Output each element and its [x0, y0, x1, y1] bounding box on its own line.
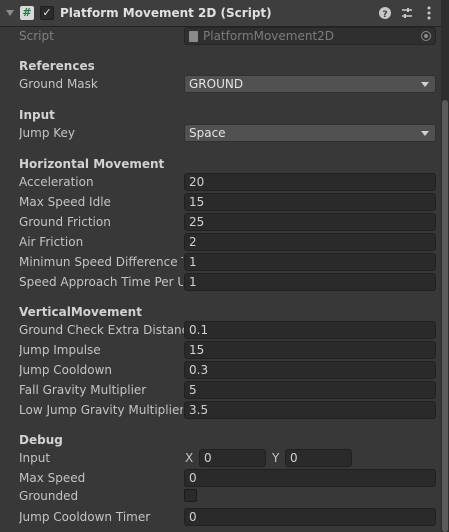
jump-impulse-field[interactable]: 15: [184, 341, 436, 359]
jump-key-value: Space: [189, 126, 226, 140]
scrollbar-thumb[interactable]: [442, 100, 448, 532]
jump-key-label: Jump Key: [19, 126, 76, 140]
jump-key-dropdown[interactable]: Space: [184, 124, 436, 142]
input-y-field[interactable]: 0: [285, 449, 352, 467]
input-x-label: X: [185, 451, 194, 465]
jump-cooldown-timer-label: Jump Cooldown Timer: [19, 510, 151, 524]
air-friction-label: Air Friction: [19, 235, 84, 249]
script-file-icon: [189, 31, 198, 42]
jump-impulse-label: Jump Impulse: [19, 343, 101, 357]
fall-gravity-multiplier-label: Fall Gravity Multiplier: [19, 383, 147, 397]
input-y-label: Y: [272, 451, 280, 465]
script-object-value: PlatformMovement2D: [203, 29, 335, 43]
dropdown-arrow-icon: [421, 131, 429, 136]
input-header: Input: [19, 108, 55, 122]
object-picker-icon[interactable]: [421, 31, 431, 41]
component-title: Platform Movement 2D (Script): [60, 6, 272, 20]
acceleration-label: Acceleration: [19, 175, 94, 189]
fall-gravity-multiplier-field[interactable]: 5: [184, 381, 436, 399]
script-label: Script: [19, 29, 54, 43]
fold-arrow-icon[interactable]: [6, 10, 14, 16]
component-enabled-checkbox[interactable]: ✓: [40, 6, 54, 20]
ground-mask-label: Ground Mask: [19, 77, 98, 91]
grounded-checkbox[interactable]: [184, 489, 197, 502]
dropdown-arrow-icon: [421, 82, 429, 87]
grounded-label: Grounded: [19, 489, 79, 503]
max-speed-idle-label: Max Speed Idle: [19, 195, 111, 209]
acceleration-field[interactable]: 20: [184, 173, 436, 191]
low-jump-gravity-multiplier-field[interactable]: 3.5: [184, 401, 436, 419]
max-speed-field[interactable]: 0: [184, 469, 436, 487]
component-header[interactable]: # ✓ Platform Movement 2D (Script) ?: [0, 0, 441, 27]
script-icon: #: [20, 6, 34, 20]
horizontal-movement-header: Horizontal Movement: [19, 157, 165, 171]
ground-check-distance-field[interactable]: 0.1: [184, 321, 436, 339]
script-object-field[interactable]: PlatformMovement2D: [184, 27, 436, 45]
min-speed-difference-label: Minimun Speed Difference To: [19, 255, 183, 269]
help-icon[interactable]: ?: [377, 5, 393, 21]
air-friction-field[interactable]: 2: [184, 233, 436, 251]
jump-cooldown-label: Jump Cooldown: [19, 363, 113, 377]
low-jump-gravity-multiplier-label: Low Jump Gravity Multiplier: [19, 403, 183, 417]
ground-friction-label: Ground Friction: [19, 215, 111, 229]
speed-approach-time-field[interactable]: 1: [184, 273, 436, 291]
vertical-movement-header: VerticalMovement: [19, 305, 142, 319]
ground-mask-value: GROUND: [189, 77, 244, 91]
speed-approach-time-label: Speed Approach Time Per Unit: [19, 275, 183, 289]
debug-input-label: Input: [19, 451, 51, 465]
more-icon[interactable]: [421, 5, 437, 21]
ground-friction-field[interactable]: 25: [184, 213, 436, 231]
debug-header: Debug: [19, 433, 63, 447]
references-header: References: [19, 59, 95, 73]
max-speed-label: Max Speed: [19, 471, 86, 485]
jump-cooldown-timer-field[interactable]: 0: [184, 508, 436, 526]
ground-mask-dropdown[interactable]: GROUND: [184, 75, 436, 93]
min-speed-difference-field[interactable]: 1: [184, 253, 436, 271]
jump-cooldown-field[interactable]: 0.3: [184, 361, 436, 379]
input-x-field[interactable]: 0: [199, 449, 266, 467]
svg-text:?: ?: [382, 10, 387, 20]
max-speed-idle-field[interactable]: 15: [184, 193, 436, 211]
ground-check-distance-label: Ground Check Extra Distance: [19, 323, 184, 337]
preset-icon[interactable]: [399, 5, 415, 21]
